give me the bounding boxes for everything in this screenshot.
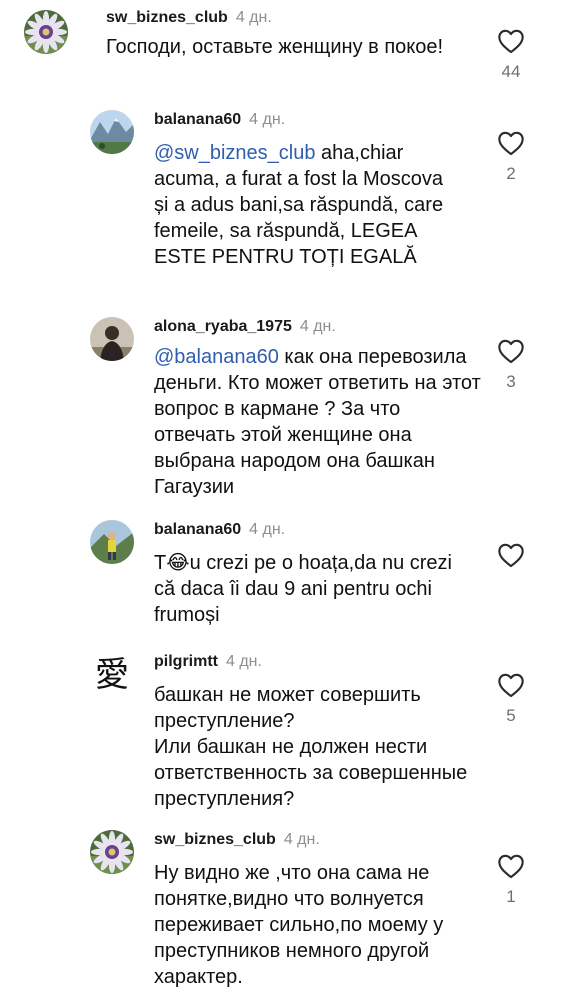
comment-text: как она перевозила деньги. Кто может отв… [154,346,481,498]
mountain-avatar[interactable] [90,110,134,154]
like-count: 44 [501,62,521,81]
comment-username[interactable]: sw_biznes_club [106,9,228,26]
comment-body: Ну видно же ,что она сама не понятке,вид… [154,860,474,990]
comment-time: 4 дн. [283,831,320,848]
like-count: 2 [506,164,516,183]
hiker-avatar[interactable] [90,520,134,564]
heart-icon[interactable] [497,338,525,364]
heart-icon[interactable] [497,28,525,54]
comment-username[interactable]: sw_biznes_club [154,831,276,848]
comment-text: Господи, оставьте женщину в покое! [106,36,444,58]
like-button[interactable]: 1 [491,853,531,907]
comment-time: 4 дн. [235,9,272,26]
comment-meta: sw_biznes_club 4 дн. [106,8,272,28]
like-count: 1 [506,887,516,906]
comment-meta: balanana60 4 дн. [154,520,285,540]
comment-text: Ну видно же ,что она сама не понятке,вид… [154,862,444,988]
heart-icon[interactable] [497,542,525,568]
comment-username[interactable]: pilgrimtt [154,653,218,670]
heart-icon[interactable] [497,672,525,698]
comment-time: 4 дн. [226,653,262,670]
comment-username[interactable]: alona_ryaba_1975 [154,318,292,335]
comment-text: башкан не может совершить преступление? … [154,684,468,810]
like-button[interactable]: 5 [491,672,531,726]
comment-meta: alona_ryaba_1975 4 дн. [154,317,336,337]
comment-time: 4 дн. [249,521,286,538]
comment-body: Господи, оставьте женщину в покое! [106,34,496,60]
comment-time: 4 дн. [299,318,336,335]
like-count: 3 [506,372,516,391]
comment-body: @balanana60 как она перевозила деньги. К… [154,344,484,500]
svg-text:愛: 愛 [95,655,129,695]
person-avatar[interactable] [90,317,134,361]
comment-time: 4 дн. [249,111,286,128]
comment-body: T😂u crezi pe o hoața,da nu crezi că daca… [154,550,474,628]
comment-mention-link[interactable]: @balanana60 [154,346,279,368]
kanji-avatar[interactable]: 愛 [90,652,134,696]
comment-username[interactable]: balanana60 [154,521,241,538]
like-button[interactable]: 3 [491,338,531,392]
like-button[interactable] [491,542,531,568]
comment-meta: sw_biznes_club 4 дн. [154,830,320,850]
comment-body: @sw_biznes_club aha,chiar acuma, a furat… [154,140,454,270]
comment-mention-link[interactable]: @sw_biznes_club [154,142,316,164]
heart-icon[interactable] [497,130,525,156]
comment-meta: balanana60 4 дн. [154,110,285,130]
like-button[interactable]: 44 [491,28,531,82]
like-count: 5 [506,706,516,725]
flower-avatar[interactable] [24,10,68,54]
comment-body: башкан не может совершить преступление? … [154,682,474,812]
comment-meta: pilgrimtt 4 дн. [154,652,262,672]
comment-text: T😂u crezi pe o hoața,da nu crezi că daca… [154,552,452,626]
flower-avatar[interactable] [90,830,134,874]
heart-icon[interactable] [497,853,525,879]
like-button[interactable]: 2 [491,130,531,184]
comment-username[interactable]: balanana60 [154,111,241,128]
